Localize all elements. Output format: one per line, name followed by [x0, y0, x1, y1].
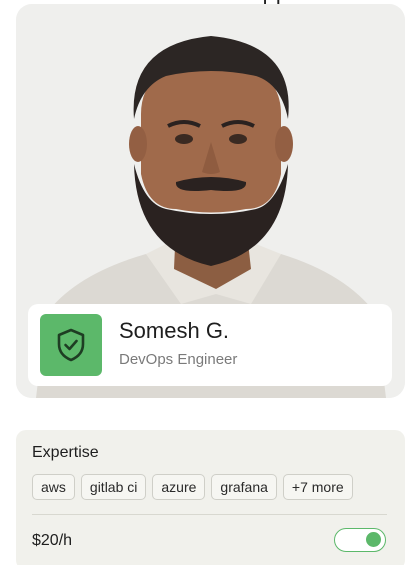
availability-toggle[interactable]	[334, 528, 386, 552]
tag-grafana[interactable]: grafana	[211, 474, 277, 500]
name-card: Somesh G. DevOps Engineer	[28, 304, 392, 386]
tag-aws[interactable]: aws	[32, 474, 75, 500]
tag-gitlab-ci[interactable]: gitlab ci	[80, 474, 147, 500]
profile-role: DevOps Engineer	[119, 351, 238, 368]
hourly-rate: $20/h	[32, 532, 73, 549]
toggle-knob	[366, 532, 381, 547]
profile-name: Somesh G.	[119, 318, 230, 343]
divider	[32, 514, 387, 515]
expertise-label: Expertise	[32, 444, 99, 461]
shield-check-icon	[40, 314, 102, 376]
expertise-tags: aws gitlab ci azure grafana +7 more	[32, 474, 353, 500]
info-card: Expertise aws gitlab ci azure grafana +7…	[16, 430, 405, 565]
tag-more[interactable]: +7 more	[282, 474, 353, 500]
tag-azure[interactable]: azure	[152, 474, 206, 500]
profile-photo-card[interactable]: Somesh G. DevOps Engineer	[16, 4, 405, 398]
profile-page: ı ı	[0, 0, 411, 565]
